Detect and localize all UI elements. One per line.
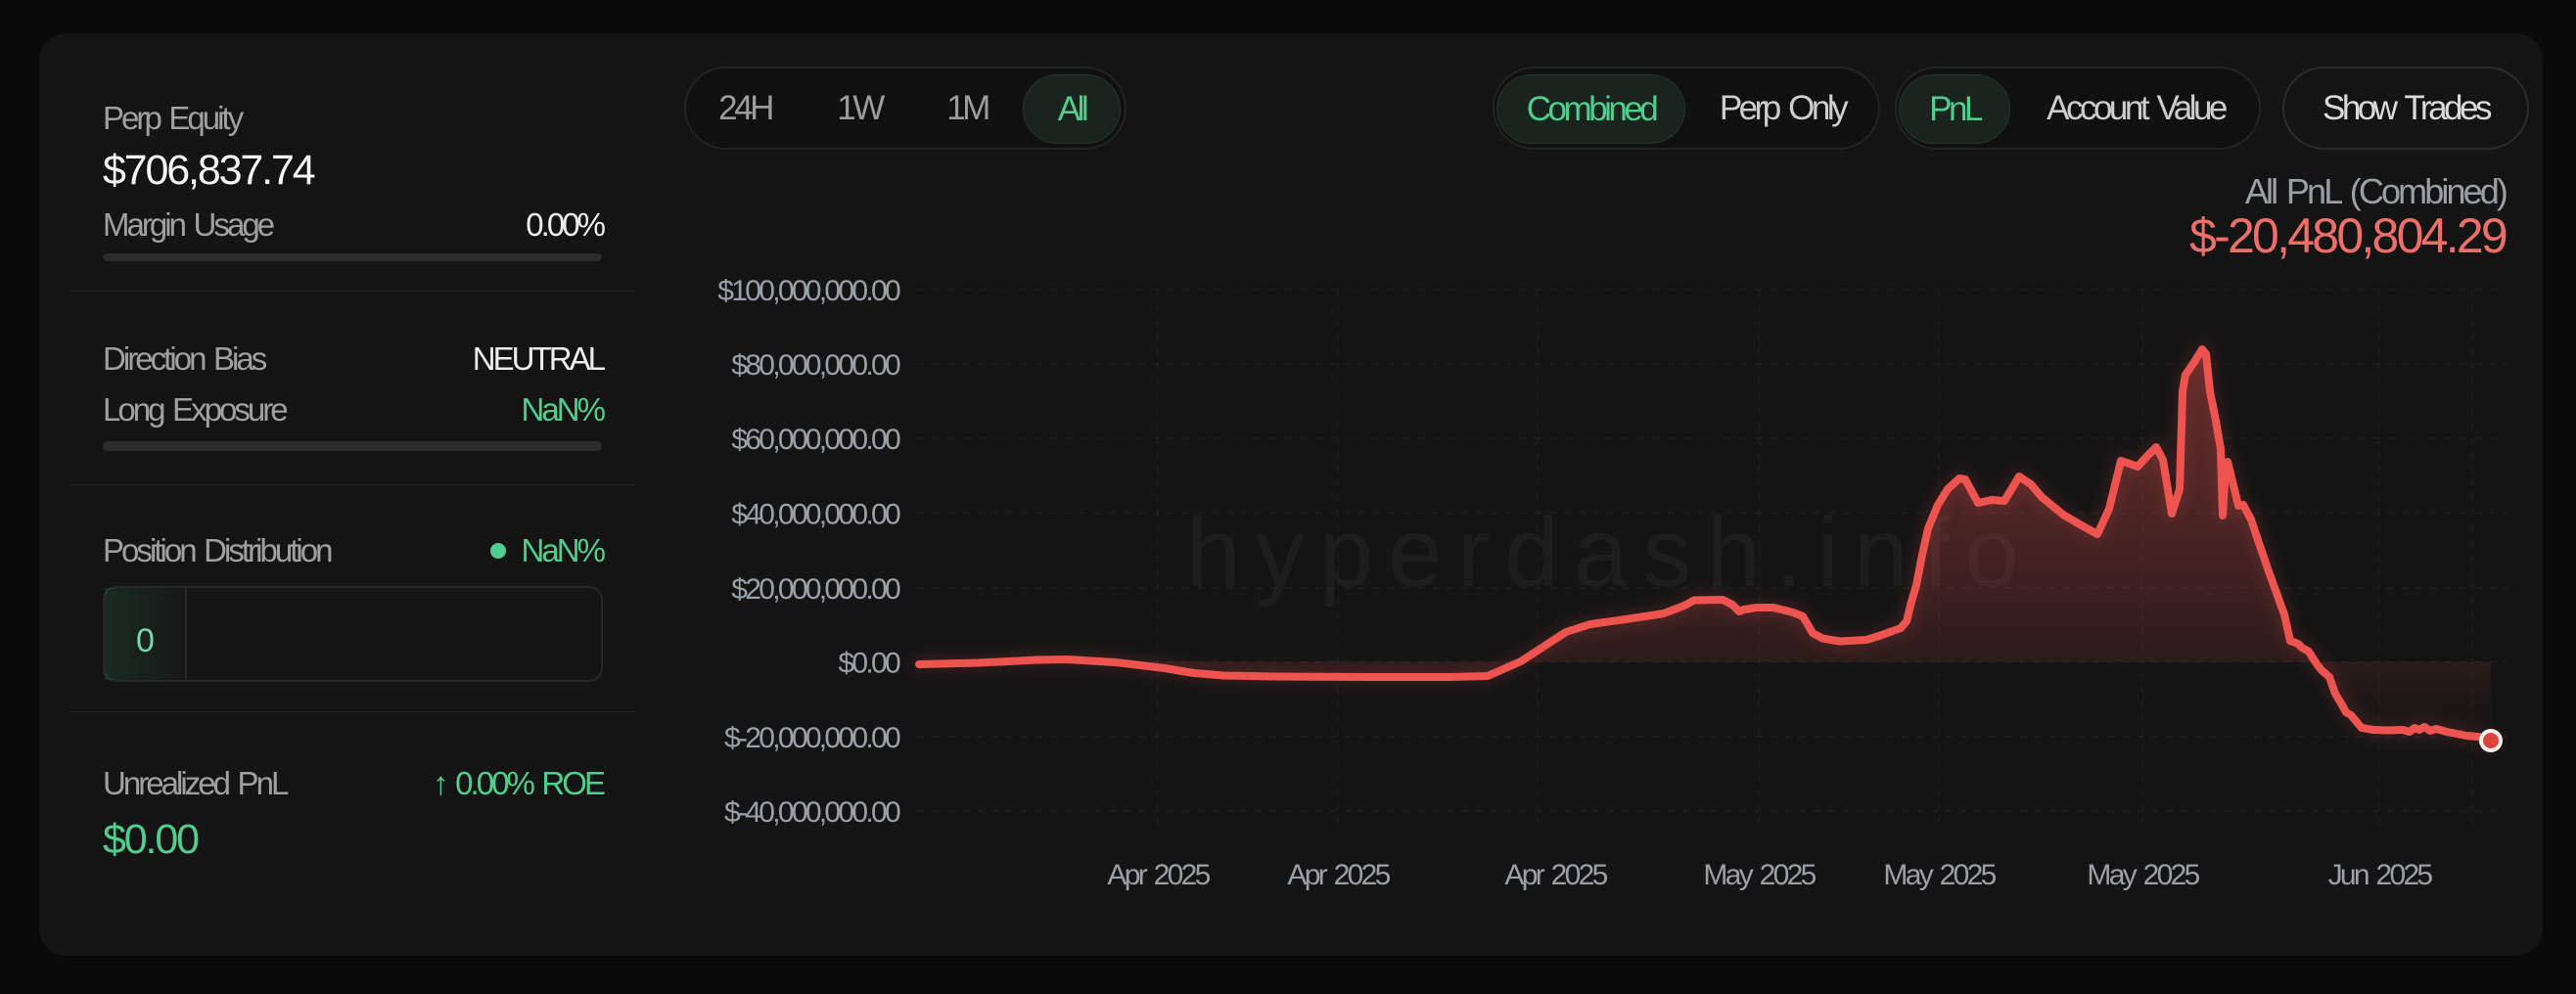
svg-text:$-20,000,000.00: $-20,000,000.00 bbox=[724, 722, 900, 754]
svg-text:$100,000,000.00: $100,000,000.00 bbox=[717, 275, 900, 307]
svg-text:Apr 2025: Apr 2025 bbox=[1107, 859, 1210, 891]
svg-text:$40,000,000.00: $40,000,000.00 bbox=[731, 499, 900, 531]
svg-text:$80,000,000.00: $80,000,000.00 bbox=[731, 349, 900, 382]
svg-text:$60,000,000.00: $60,000,000.00 bbox=[731, 424, 900, 456]
svg-text:$-40,000,000.00: $-40,000,000.00 bbox=[724, 796, 900, 829]
svg-text:May 2025: May 2025 bbox=[1883, 859, 1996, 891]
svg-text:Jun 2025: Jun 2025 bbox=[2328, 859, 2433, 891]
svg-text:Apr 2025: Apr 2025 bbox=[1504, 859, 1607, 891]
svg-text:$20,000,000.00: $20,000,000.00 bbox=[731, 573, 900, 606]
svg-text:$0.00: $0.00 bbox=[838, 648, 900, 680]
svg-text:Apr 2025: Apr 2025 bbox=[1287, 859, 1390, 891]
svg-text:May 2025: May 2025 bbox=[1703, 859, 1816, 891]
svg-text:May 2025: May 2025 bbox=[2087, 859, 2199, 891]
